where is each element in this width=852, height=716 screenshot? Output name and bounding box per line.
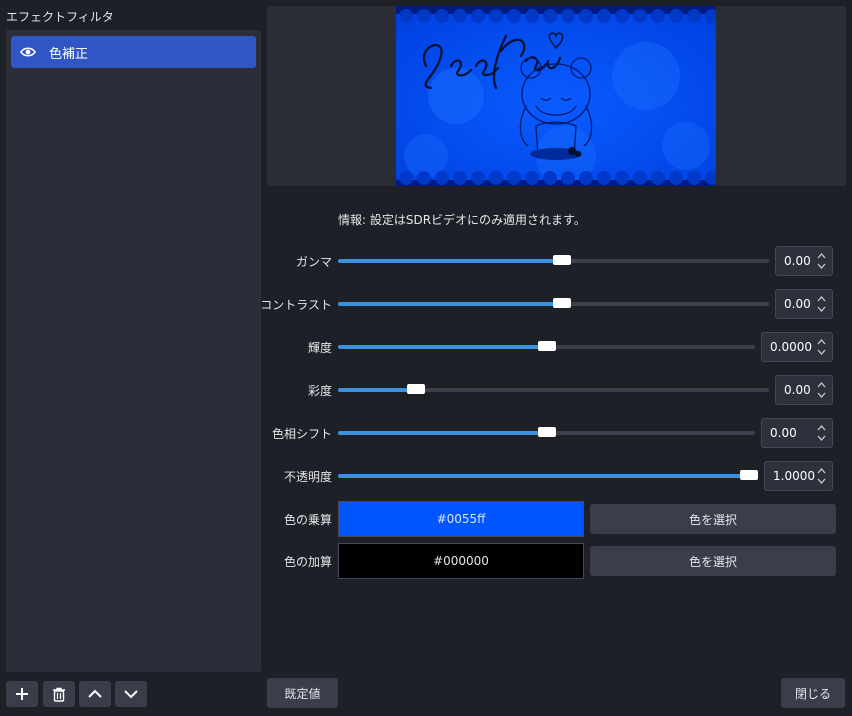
chevron-up-icon: [88, 689, 102, 698]
filter-item-color-correction[interactable]: 色補正: [11, 36, 256, 68]
multiply-color-value: #0055ff: [436, 512, 486, 526]
spin-up-icon[interactable]: [817, 425, 826, 431]
contrast-slider-handle[interactable]: [553, 298, 572, 308]
multiply-color-label: 色の乗算: [283, 513, 332, 527]
opacity-slider-handle[interactable]: [740, 470, 758, 480]
delete-filter-button[interactable]: [43, 681, 75, 707]
move-filter-down-button[interactable]: [115, 681, 147, 707]
add-color-value: #000000: [433, 554, 489, 568]
multiply-select-color-button[interactable]: 色を選択: [590, 504, 836, 534]
saturation-value[interactable]: 0.00: [776, 383, 814, 397]
source-preview-image: [396, 6, 716, 186]
spin-up-icon[interactable]: [817, 296, 826, 302]
spin-down-icon[interactable]: [817, 478, 826, 484]
saturation-slider[interactable]: [338, 384, 769, 394]
chevron-down-icon: [124, 690, 138, 699]
contrast-value[interactable]: 0.00: [776, 297, 814, 311]
hue-shift-slider-fill: [338, 431, 547, 435]
defaults-button[interactable]: 既定値: [267, 678, 338, 708]
spin-up-icon[interactable]: [817, 253, 826, 259]
gamma-spinbox[interactable]: 0.00: [775, 246, 833, 276]
add-color-swatch: #000000: [338, 543, 584, 579]
multiply-color-swatch: #0055ff: [338, 501, 584, 537]
brightness-slider[interactable]: [338, 341, 755, 351]
spin-up-icon[interactable]: [817, 382, 826, 388]
spin-down-icon[interactable]: [817, 263, 826, 269]
brightness-label: 輝度: [307, 341, 332, 355]
hue-shift-value[interactable]: 0.00: [762, 426, 814, 440]
saturation-spinbox[interactable]: 0.00: [775, 375, 833, 405]
brightness-value[interactable]: 0.0000: [762, 340, 814, 354]
info-text: 情報: 設定はSDRビデオにのみ適用されます。: [338, 213, 586, 227]
add-filter-button[interactable]: [6, 681, 38, 707]
eye-icon[interactable]: [20, 46, 36, 58]
opacity-value[interactable]: 1.0000: [765, 469, 815, 483]
gamma-label: ガンマ: [295, 255, 332, 269]
spin-down-icon[interactable]: [817, 392, 826, 398]
filter-item-label: 色補正: [49, 46, 89, 62]
hue-shift-slider-handle[interactable]: [537, 427, 556, 437]
gamma-slider[interactable]: [338, 255, 769, 265]
brightness-slider-handle[interactable]: [537, 341, 556, 351]
opacity-slider-fill: [338, 474, 758, 478]
contrast-slider-fill: [338, 302, 563, 306]
filters-panel-title: エフェクトフィルタ: [6, 10, 114, 24]
opacity-spinbox[interactable]: 1.0000: [764, 461, 833, 491]
hue-shift-slider[interactable]: [338, 427, 755, 437]
add-color-label: 色の加算: [283, 555, 332, 569]
close-button[interactable]: 閉じる: [781, 678, 845, 708]
hue-shift-spinbox[interactable]: 0.00: [761, 418, 833, 448]
gamma-slider-fill: [338, 259, 563, 263]
filters-list: 色補正: [6, 30, 261, 672]
saturation-label: 彩度: [307, 384, 332, 398]
gamma-slider-handle[interactable]: [553, 255, 572, 265]
contrast-spinbox[interactable]: 0.00: [775, 289, 833, 319]
brightness-spinbox[interactable]: 0.0000: [761, 332, 833, 362]
spin-down-icon[interactable]: [817, 435, 826, 441]
brightness-slider-fill: [338, 345, 547, 349]
add-select-color-button[interactable]: 色を選択: [590, 546, 836, 576]
opacity-label: 不透明度: [283, 470, 332, 484]
spin-up-icon[interactable]: [817, 468, 826, 474]
contrast-slider[interactable]: [338, 298, 769, 308]
spin-down-icon[interactable]: [817, 349, 826, 355]
saturation-slider-fill: [338, 388, 416, 392]
hue-shift-label: 色相シフト: [271, 427, 332, 441]
gamma-value[interactable]: 0.00: [776, 254, 814, 268]
spin-up-icon[interactable]: [817, 339, 826, 345]
trash-icon: [53, 687, 65, 702]
spin-down-icon[interactable]: [817, 306, 826, 312]
contrast-label: コントラスト: [260, 298, 332, 312]
plus-icon: [16, 688, 28, 700]
saturation-slider-handle[interactable]: [406, 384, 425, 394]
opacity-slider[interactable]: [338, 470, 758, 480]
move-filter-up-button[interactable]: [79, 681, 111, 707]
